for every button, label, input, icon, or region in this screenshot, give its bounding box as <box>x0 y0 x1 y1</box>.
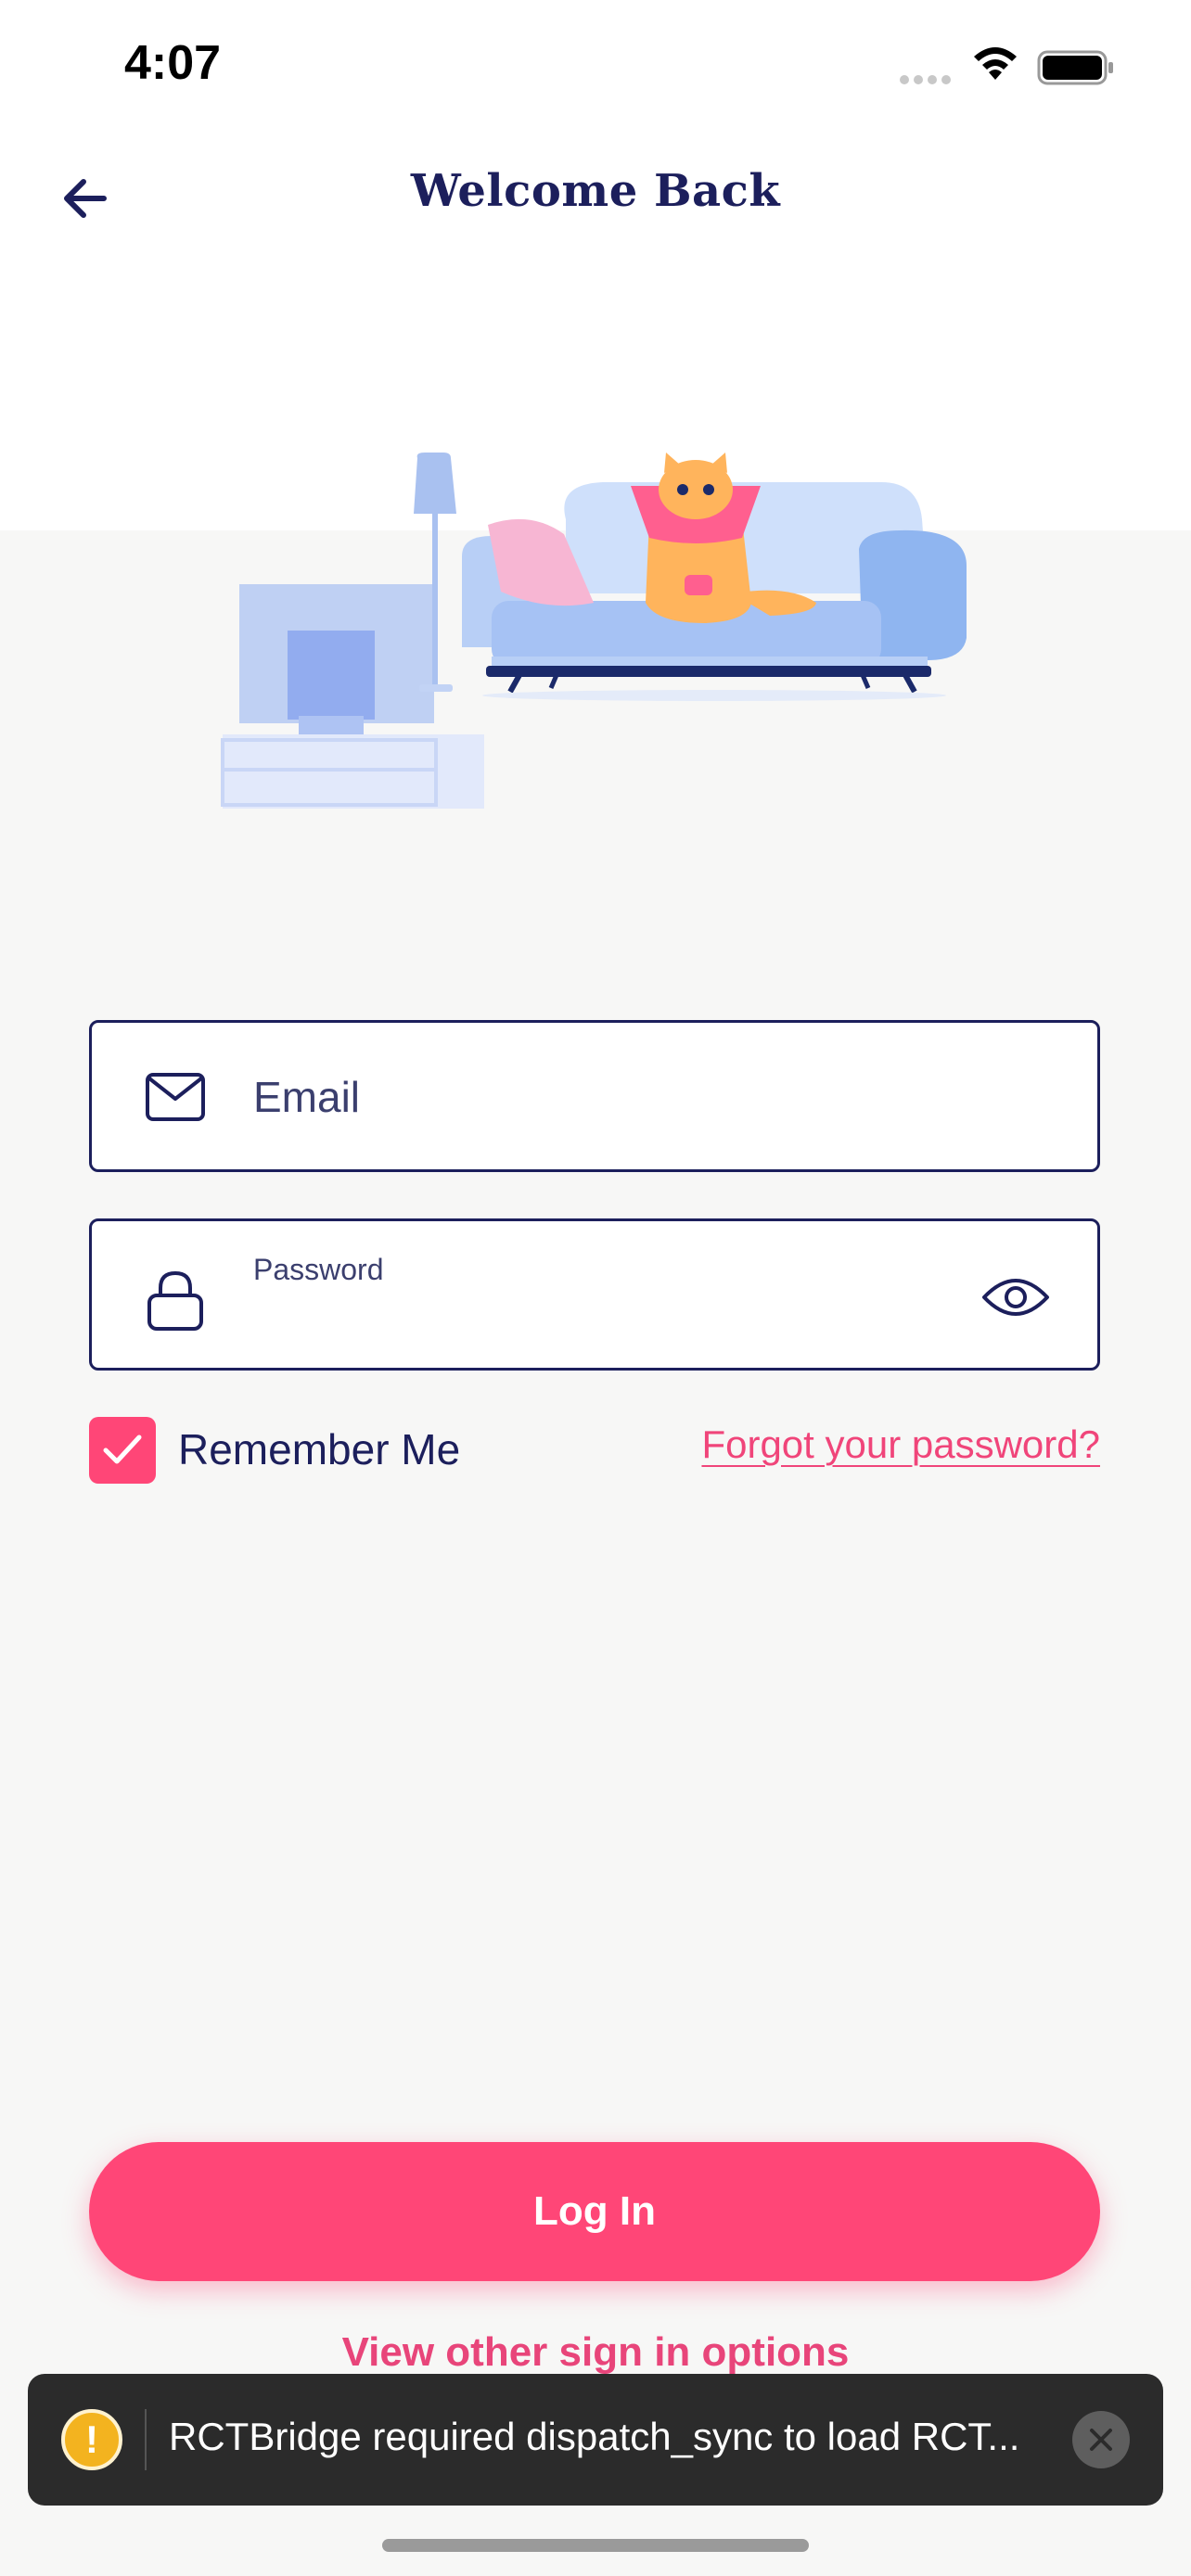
password-label: Password <box>253 1253 384 1286</box>
login-button[interactable]: Log In <box>89 2142 1100 2281</box>
toast-message: RCTBridge required dispatch_sync to load… <box>169 2415 1020 2458</box>
remember-me-label[interactable]: Remember Me <box>178 1424 460 1474</box>
lock-icon <box>147 1270 203 1331</box>
warning-icon: ! <box>61 2409 122 2470</box>
password-input[interactable] <box>253 1295 1014 1351</box>
cat-sofa-illustration <box>221 453 967 809</box>
envelope-icon <box>146 1073 205 1121</box>
checkmark-icon <box>103 1435 142 1464</box>
remember-me-checkbox[interactable] <box>89 1417 156 1484</box>
other-sign-in-options-link[interactable]: View other sign in options <box>0 2329 1191 2376</box>
warning-toast[interactable]: ! RCTBridge required dispatch_sync to lo… <box>28 2374 1163 2506</box>
email-input[interactable] <box>253 1065 1069 1129</box>
status-time: 4:07 <box>124 36 222 90</box>
battery-icon <box>1037 50 1113 85</box>
eye-icon[interactable] <box>980 1269 1051 1325</box>
page-title: Welcome Back <box>410 165 781 217</box>
signal-dots-icon <box>900 72 955 84</box>
toast-divider <box>145 2409 147 2470</box>
wifi-icon <box>974 47 1017 80</box>
home-indicator[interactable] <box>382 2539 809 2552</box>
forgot-password-link[interactable]: Forgot your password? <box>701 1422 1100 1467</box>
email-field[interactable] <box>89 1020 1100 1172</box>
password-field[interactable]: Password <box>89 1218 1100 1371</box>
close-icon[interactable] <box>1072 2411 1130 2468</box>
